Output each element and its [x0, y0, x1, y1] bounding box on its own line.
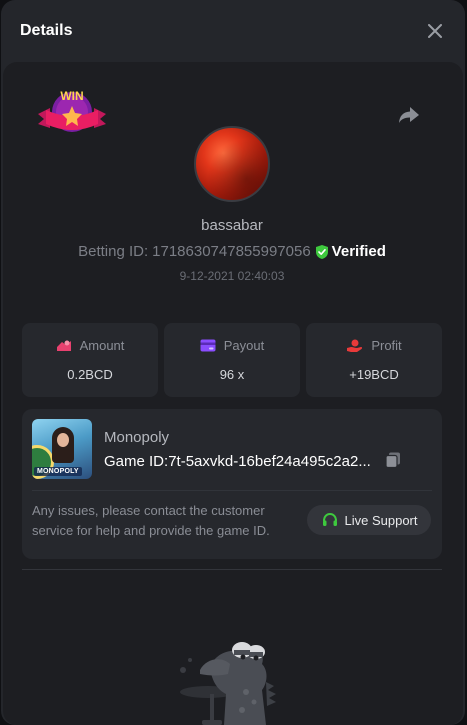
- copy-icon: [385, 452, 400, 469]
- stat-payout-label: Payout: [223, 338, 265, 353]
- stats-row: Amount 0.2BCD Payout 96 x Profit +19BCD: [22, 323, 442, 397]
- profit-hand-icon: [347, 339, 363, 352]
- betting-id-label: Betting ID:: [78, 243, 149, 260]
- verified-label: Verified: [331, 243, 386, 260]
- stat-profit-value: +19BCD: [349, 367, 399, 382]
- shield-check-icon: [315, 244, 328, 259]
- copy-game-id-button[interactable]: [384, 451, 404, 471]
- close-icon: [428, 24, 442, 38]
- svg-text:WIN: WIN: [60, 89, 83, 103]
- stat-payout: Payout 96 x: [164, 323, 300, 397]
- live-support-label: Live Support: [344, 512, 418, 528]
- game-thumbnail-logo: MONOPOLY: [34, 467, 82, 476]
- betting-id-value: 1718630747855997056: [152, 243, 311, 260]
- game-id-value: 7t-5axvkd-16bef24a495c2a2...: [168, 453, 371, 470]
- modal-title: Details: [20, 22, 73, 39]
- game-thumbnail[interactable]: MONOPOLY: [32, 419, 92, 479]
- headset-icon: [322, 512, 337, 526]
- avatar: [194, 126, 270, 202]
- win-badge-icon: WIN: [38, 89, 106, 132]
- bet-timestamp: 9-12-2021 02:40:03: [179, 269, 285, 283]
- betting-id-row: Betting ID: 1718630747855997056 Verified: [0, 243, 464, 260]
- divider: [32, 490, 432, 491]
- username: bassabar: [201, 217, 263, 234]
- section-divider: [22, 569, 442, 570]
- stat-amount: Amount 0.2BCD: [22, 323, 158, 397]
- stat-profit-label: Profit: [371, 338, 402, 353]
- game-id-label: Game ID:: [104, 453, 169, 470]
- live-support-button[interactable]: Live Support: [307, 505, 431, 535]
- game-name[interactable]: Monopoly: [104, 429, 169, 446]
- stat-profit: Profit +19BCD: [306, 323, 442, 397]
- stat-amount-label: Amount: [79, 338, 125, 353]
- game-info-panel: MONOPOLY Monopoly Game ID:7t-5axvkd-16be…: [22, 409, 442, 559]
- stat-amount-value: 0.2BCD: [67, 367, 113, 382]
- game-id: Game ID:7t-5axvkd-16bef24a495c2a2...: [104, 453, 404, 470]
- verified-badge: Verified: [315, 243, 386, 260]
- modal-header: Details: [1, 0, 465, 62]
- close-button[interactable]: [424, 20, 446, 42]
- amount-icon: [56, 340, 71, 351]
- payout-card-icon: [200, 339, 216, 352]
- crocodile-mascot-icon: [180, 642, 276, 725]
- share-arrow-icon: [399, 107, 419, 123]
- share-button[interactable]: [396, 102, 422, 128]
- stat-payout-value: 96 x: [219, 367, 245, 382]
- support-message: Any issues, please contact the customer …: [32, 503, 270, 538]
